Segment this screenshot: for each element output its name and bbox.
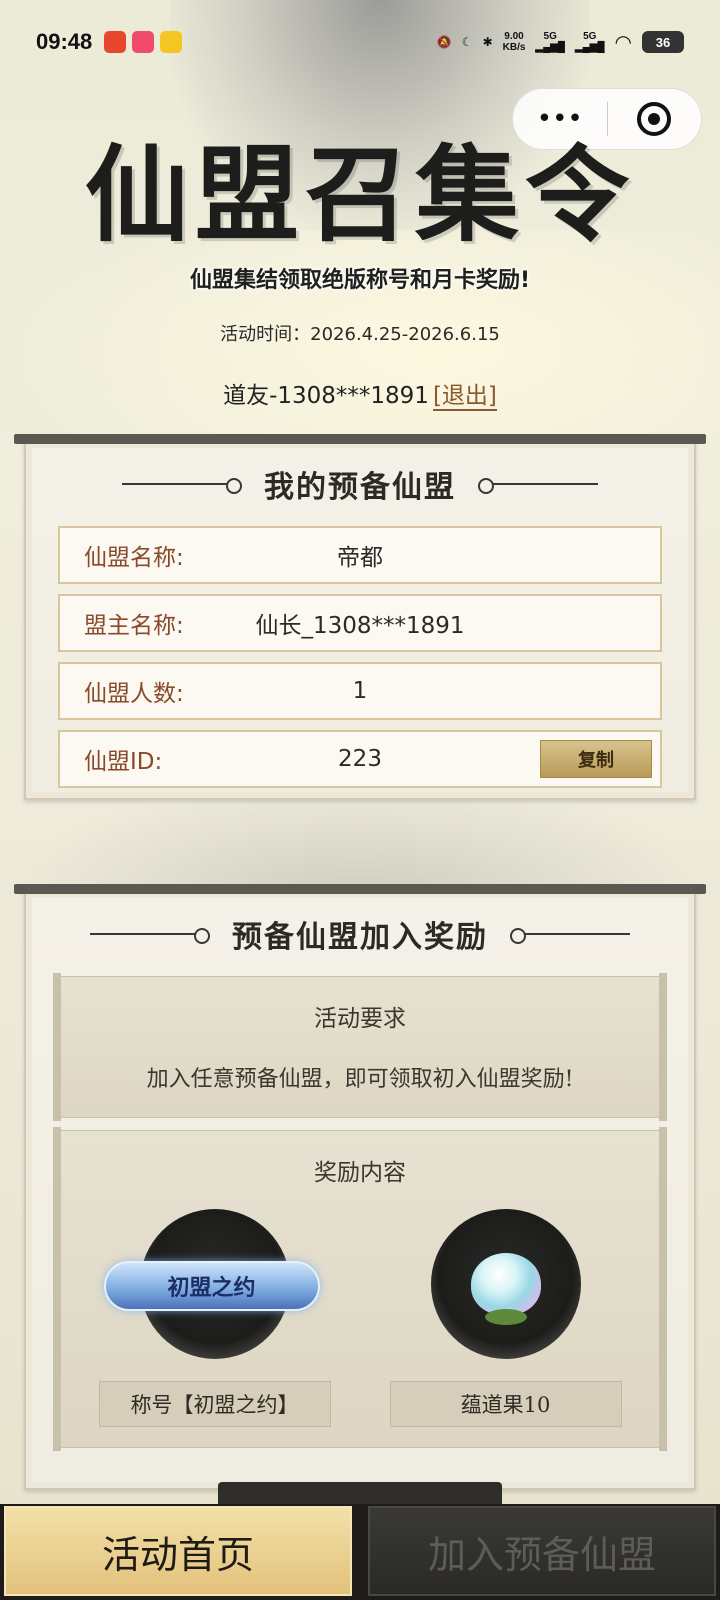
row-label: 仙盟ID: (84, 749, 163, 775)
signal-1-label: 5G (543, 31, 557, 42)
wifi-icon: ◠ (614, 31, 632, 54)
bottom-nav: 活动首页 加入预备仙盟 (0, 1504, 720, 1600)
rewards-panel: 预备仙盟加入奖励 活动要求 加入任意预备仙盟，即可领取初入仙盟奖励! 奖励内容 … (14, 884, 706, 1490)
notification-icons (104, 31, 183, 53)
flourish-right-icon (510, 928, 630, 944)
alliance-name-row: 仙盟名称: 帝都 (58, 526, 662, 584)
requirement-text: 加入任意预备仙盟，即可领取初入仙盟奖励! (146, 1067, 574, 1092)
row-value: 帝都 (337, 545, 383, 571)
reward-list: 初盟之约 称号【初盟之约】 蕴道果10 (59, 1187, 661, 1447)
app-notification-icon (132, 31, 155, 53)
signal-1: 5G ▂▄▆█ (535, 31, 565, 53)
flourish-right-icon (478, 478, 598, 494)
reward-content-box: 奖励内容 初盟之约 称号【初盟之约】 蕴道果10 (53, 1127, 667, 1451)
reward-name: 称号【初盟之约】 (98, 1381, 331, 1427)
row-label: 盟主名称: (84, 613, 184, 639)
copy-button[interactable]: 复制 (540, 740, 652, 778)
logout-link[interactable]: [退出] (432, 383, 497, 411)
reward-ink-circle: 初盟之约 (103, 1209, 320, 1359)
user-row: 道友-1308***1891 [退出] (0, 376, 720, 411)
panel-header: 我的预备仙盟 (26, 442, 694, 526)
bottom-decoration (218, 1482, 502, 1506)
requirement-box: 活动要求 加入任意预备仙盟，即可领取初入仙盟奖励! (53, 973, 667, 1121)
my-alliance-panel: 我的预备仙盟 仙盟名称: 帝都 盟主名称: 仙长_1308***1891 仙盟人… (14, 434, 706, 800)
moon-icon: ☾ (461, 35, 473, 49)
page-subtitle: 仙盟集结领取绝版称号和月卡奖励! (189, 268, 531, 293)
reward-name: 蕴道果10 (389, 1381, 622, 1427)
mute-icon: 🔕 (436, 35, 452, 49)
row-label: 仙盟人数: (84, 681, 184, 707)
panel-header: 预备仙盟加入奖励 (26, 892, 694, 976)
join-alliance-button[interactable]: 加入预备仙盟 (368, 1506, 716, 1596)
reward-content-heading: 奖励内容 (314, 1160, 406, 1186)
app-notification-icon (104, 31, 127, 53)
user-label: 道友-1308***1891 (223, 383, 429, 409)
page-title: 仙盟召集令 (84, 133, 635, 256)
signal-2: 5G ▂▄▆█ (574, 31, 605, 53)
reward-item: 蕴道果10 (386, 1209, 626, 1427)
status-bar: 09:48 🔕 ☾ ✱ 9.00 KB/s 5G ▂▄▆█ 5G ▂▄▆█ ◠ 36 (0, 0, 720, 84)
activity-home-button[interactable]: 活动首页 (4, 1506, 352, 1596)
reward-ink-circle (430, 1209, 581, 1359)
battery-icon: 36 (642, 31, 684, 53)
net-speed-value: 9.00 (504, 31, 524, 42)
leader-name-row: 盟主名称: 仙长_1308***1891 (58, 594, 662, 652)
app-notification-icon (160, 31, 183, 53)
peach-fruit-icon (470, 1253, 541, 1325)
panel-top-bar (14, 884, 706, 894)
signal-2-label: 5G (583, 31, 597, 42)
status-time: 09:48 (36, 29, 93, 54)
requirement-heading: 活动要求 (314, 1006, 406, 1032)
row-value: 仙长_1308***1891 (255, 613, 465, 639)
net-speed-unit: KB/s (502, 42, 526, 53)
activity-time: 活动时间：2026.4.25-2026.6.15 (220, 324, 500, 345)
flourish-left-icon (90, 928, 210, 944)
reward-item: 初盟之约 称号【初盟之约】 (95, 1209, 335, 1427)
member-count-row: 仙盟人数: 1 (58, 662, 662, 720)
flourish-left-icon (122, 478, 242, 494)
panel-top-bar (14, 434, 706, 444)
row-label: 仙盟名称: (84, 545, 184, 571)
alliance-id-row: 仙盟ID: 223 复制 (58, 730, 662, 788)
system-indicators: 🔕 ☾ ✱ 9.00 KB/s 5G ▂▄▆█ 5G ▂▄▆█ ◠ 36 (437, 30, 684, 55)
row-value: 1 (352, 678, 368, 704)
title-badge-icon: 初盟之约 (103, 1261, 320, 1311)
panel-title: 预备仙盟加入奖励 (232, 920, 488, 955)
bluetooth-icon: ✱ (482, 35, 493, 49)
net-speed: 9.00 KB/s (503, 31, 526, 53)
panel-title: 我的预备仙盟 (264, 470, 456, 505)
